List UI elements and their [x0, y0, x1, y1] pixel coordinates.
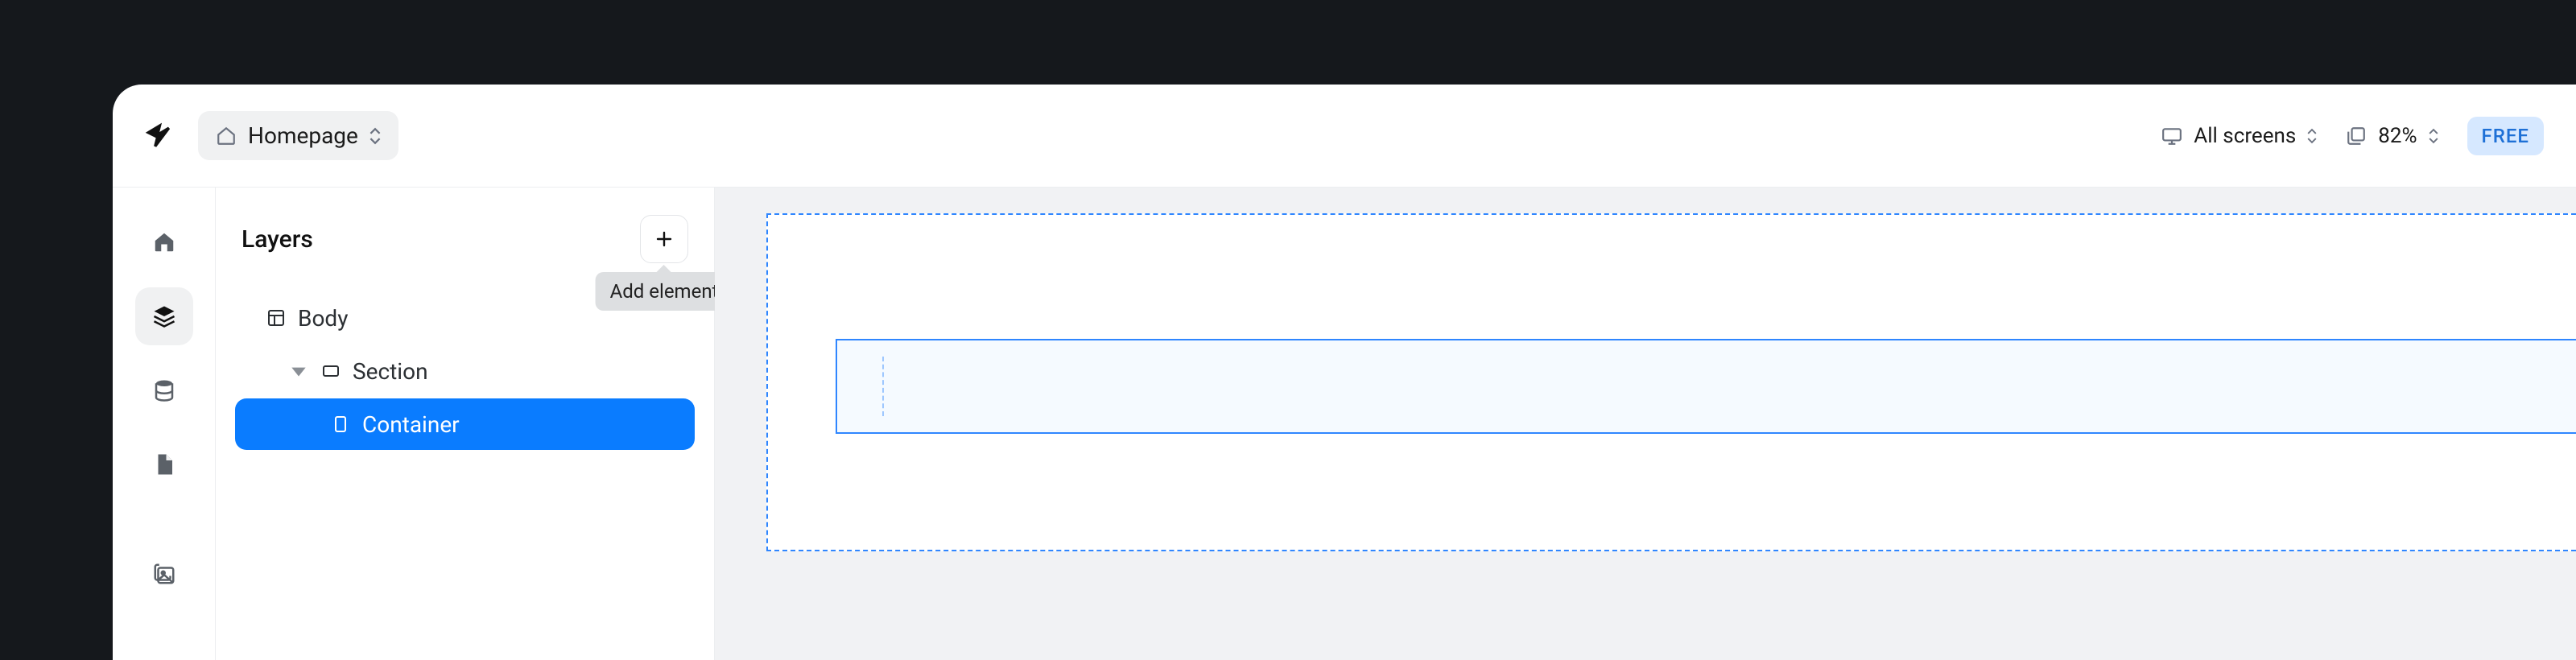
- container-icon: [330, 414, 351, 435]
- canvas-page-outline[interactable]: [766, 213, 2576, 551]
- stack-icon: [2346, 126, 2367, 146]
- layers-panel-title: Layers: [242, 225, 313, 254]
- zoom-selector[interactable]: 82%: [2346, 124, 2438, 148]
- screens-label: All screens: [2194, 124, 2296, 148]
- tree-item-label: Section: [353, 358, 428, 385]
- tree-item-label: Container: [362, 411, 460, 438]
- sort-icon: [2429, 128, 2438, 144]
- rail-data[interactable]: [135, 361, 193, 419]
- body-area: Layers Add element Body: [113, 188, 2576, 660]
- rail-assets[interactable]: [135, 545, 193, 603]
- screens-selector[interactable]: All screens: [2161, 124, 2317, 148]
- tree-item-section[interactable]: Section: [235, 345, 695, 397]
- section-icon: [320, 361, 341, 382]
- app-logo[interactable]: [142, 119, 175, 153]
- home-icon: [216, 126, 237, 146]
- page-selector[interactable]: Homepage: [198, 111, 398, 160]
- header-right-controls: All screens 82% FREE: [2161, 117, 2544, 155]
- add-element-button[interactable]: Add element: [640, 215, 688, 263]
- layers-panel: Layers Add element Body: [216, 188, 715, 660]
- tree-item-label: Body: [298, 305, 348, 332]
- left-icon-rail: [113, 188, 216, 660]
- chevron-down-icon[interactable]: [288, 361, 309, 382]
- page-selector-label: Homepage: [248, 122, 358, 149]
- canvas-guide-line: [882, 357, 884, 416]
- rail-home[interactable]: [135, 213, 193, 271]
- layout-icon: [266, 307, 287, 328]
- sort-icon: [2307, 128, 2317, 144]
- rail-pages[interactable]: [135, 435, 193, 493]
- monitor-icon: [2161, 126, 2182, 146]
- app-window: Homepage All screens: [113, 85, 2576, 660]
- sort-icon: [369, 127, 381, 145]
- plan-badge[interactable]: FREE: [2467, 117, 2544, 155]
- layers-panel-header: Layers Add element: [235, 212, 695, 286]
- add-element-tooltip: Add element: [596, 272, 733, 311]
- zoom-label: 82%: [2378, 124, 2417, 148]
- canvas-container-selection[interactable]: [836, 339, 2576, 434]
- rail-layers[interactable]: [135, 287, 193, 345]
- canvas[interactable]: [715, 188, 2576, 660]
- tree-item-container[interactable]: Container: [235, 398, 695, 450]
- top-header: Homepage All screens: [113, 85, 2576, 188]
